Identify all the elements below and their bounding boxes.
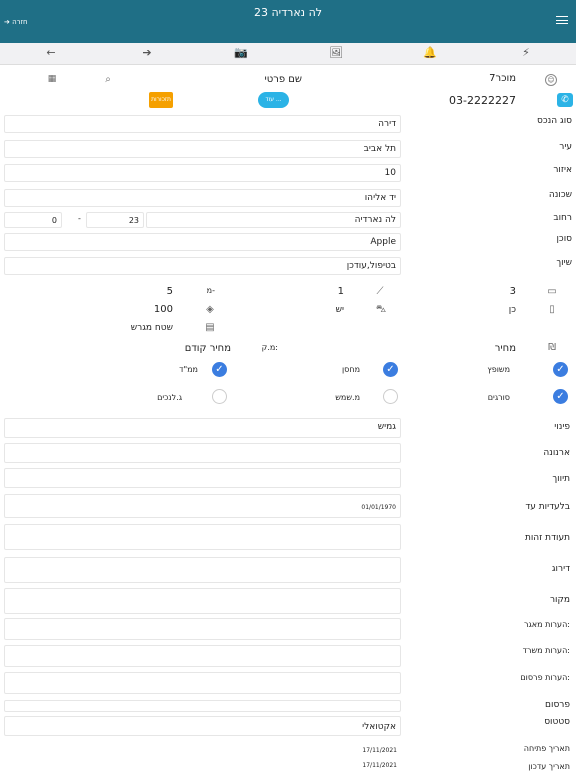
bars-checkbox[interactable]: ✓ (553, 389, 568, 404)
shekel-icon: ₪ (548, 342, 556, 353)
renovated-label: משופץ (487, 365, 510, 374)
toolbar: ⚡ 🔔 🖼 📷 ➔ ← (0, 43, 576, 65)
db-notes-label: הערות מאגר: (523, 620, 570, 629)
area-field[interactable]: 10 (4, 164, 401, 182)
update-date-field[interactable]: 17/11/2021 (4, 760, 401, 769)
calendar-icon[interactable]: ▦ (45, 74, 59, 84)
phone-number[interactable]: 03-2222227 (430, 94, 516, 107)
storage-label: מחסן (341, 365, 360, 374)
source-field[interactable] (4, 588, 401, 614)
menu-icon[interactable] (556, 16, 568, 24)
city-label: עיר (559, 142, 572, 152)
neighborhood-label: שכונה (548, 190, 572, 200)
user-icon: ☺ (545, 74, 557, 86)
solar-heater-label: מ.שמש (335, 393, 360, 402)
previous-price-field[interactable]: מחיר קודם (160, 343, 231, 354)
street-number-field[interactable]: 23 (86, 212, 144, 228)
disabled-access-checkbox[interactable] (212, 389, 227, 404)
open-date-field[interactable]: 17/11/2021 (4, 740, 401, 760)
entrance-field[interactable]: 0 (4, 212, 62, 228)
phone-icon[interactable]: ✆ (557, 93, 573, 107)
floors-value: 1 (337, 286, 344, 297)
area-label: איזור (553, 165, 572, 175)
size-value: 100 (153, 304, 173, 315)
elevator-value: כן (508, 305, 516, 315)
private-name-field[interactable]: שם פרטי (220, 74, 302, 85)
plot-icon: ▤ (205, 322, 215, 333)
diamond-icon: ◈ (206, 304, 214, 315)
rooms-value: 3 (509, 286, 516, 297)
camera-icon[interactable]: 📷 (234, 46, 248, 60)
safe-room-checkbox[interactable]: ✓ (212, 362, 227, 377)
open-date-label: תאריך פתיחה (523, 744, 570, 753)
floor-range-label: מ- (206, 286, 215, 295)
bars-label: סורגים (487, 393, 510, 402)
stairs-icon: ⟋ (376, 286, 384, 297)
property-tax-label: ארנונה (543, 448, 570, 458)
rating-field[interactable] (4, 557, 401, 583)
property-type-label: סוג הנכס (537, 116, 572, 126)
back-arrow-icon[interactable]: ← (44, 46, 58, 60)
city-field[interactable]: תל אביב (4, 140, 401, 158)
parking-value: יש (335, 305, 344, 315)
assignment-label: שיוך (556, 258, 572, 268)
page-title: לה נארדיה 23 (253, 6, 323, 19)
plot-area-field[interactable]: שטח מגרש (100, 323, 173, 333)
solar-heater-checkbox[interactable] (383, 389, 398, 404)
evacuation-field[interactable]: גמיש (4, 418, 401, 438)
ad-notes-label: הערות פרסום: (520, 673, 570, 682)
bed-icon: ▭ (547, 286, 557, 297)
assignment-field[interactable]: בטיפול,עודכן (4, 257, 401, 275)
ad-notes-field[interactable] (4, 672, 401, 694)
status-label: סטטוס (544, 717, 570, 727)
disabled-access-label: ג.לנכים (157, 393, 182, 402)
source-label: מקור (549, 595, 570, 605)
seller-name: מוכר7 (489, 73, 516, 84)
publication-field[interactable] (4, 700, 401, 712)
search-icon[interactable]: ⌕ (101, 74, 115, 85)
street-dash: - (78, 214, 81, 223)
publication-label: פרסום (545, 700, 570, 710)
gallery-icon[interactable]: 🖼 (329, 46, 343, 60)
sqm-label: מ.ק: (261, 343, 278, 352)
price-field[interactable]: מחיר (470, 343, 516, 354)
storage-checkbox[interactable]: ✓ (383, 362, 398, 377)
safe-room-label: ממ"ד (179, 365, 198, 374)
status-field[interactable]: אקטואלי (4, 716, 401, 736)
bell-icon[interactable]: 🔔 (423, 46, 437, 60)
id-number-label: תעודת זהות (524, 533, 570, 543)
office-notes-label: הערות משרד: (522, 646, 570, 655)
floor-range-value: 5 (166, 286, 173, 297)
exclusivity-field[interactable]: 01/01/1970 (4, 494, 401, 518)
update-date-label: תאריך עדכון (528, 762, 570, 771)
db-notes-field[interactable] (4, 618, 401, 640)
neighborhood-field[interactable]: יד אליהו (4, 189, 401, 207)
agent-field[interactable]: Apple (4, 233, 401, 251)
agent-label: סוכן (556, 234, 572, 244)
flash-icon[interactable]: ⚡ (519, 46, 533, 60)
exclusivity-label: בלעדיות עד (525, 502, 570, 512)
car-icon: ⛍ (375, 304, 387, 315)
app-header: לה נארדיה 23 ➔ חזרה (0, 0, 576, 43)
id-number-field[interactable] (4, 524, 401, 550)
property-tax-field[interactable] (4, 443, 401, 463)
street-name-field[interactable]: לה נארדיה (146, 212, 401, 228)
door-icon: ▯ (549, 304, 555, 315)
street-label: רחוב (553, 213, 572, 223)
property-type-field[interactable]: דירה (4, 115, 401, 133)
back-link[interactable]: ➔ חזרה (4, 18, 28, 26)
rating-label: דירוג (551, 564, 570, 574)
brokerage-label: תיווך (552, 474, 570, 484)
renovated-checkbox[interactable]: ✓ (553, 362, 568, 377)
forward-arrow-icon[interactable]: ➔ (140, 46, 154, 60)
office-notes-field[interactable] (4, 645, 401, 667)
reminders-button[interactable]: תזכורות (149, 92, 173, 108)
more-button[interactable]: עוד ... (258, 92, 289, 108)
brokerage-field[interactable] (4, 468, 401, 488)
evacuation-label: פינוי (554, 422, 570, 432)
